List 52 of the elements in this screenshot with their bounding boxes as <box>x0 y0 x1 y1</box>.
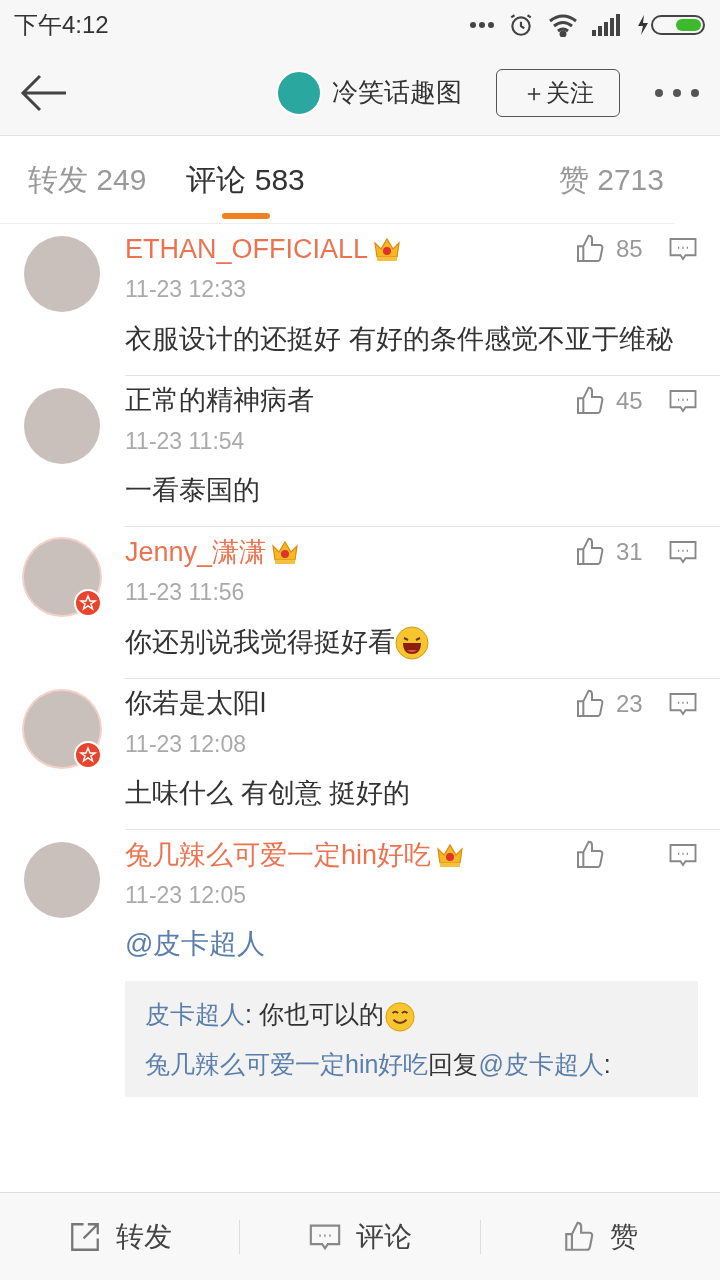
user-name[interactable]: 正常的精神病者 <box>125 380 314 421</box>
battery-charging-icon <box>636 13 706 37</box>
more-icon[interactable] <box>654 87 700 98</box>
user-link[interactable]: 皮卡超人 <box>145 999 245 1028</box>
like-count: 45 <box>616 385 644 416</box>
like-count: 31 <box>616 537 644 567</box>
user-name[interactable]: 你若是太阳l <box>125 683 266 724</box>
thumbs-up-icon[interactable] <box>574 839 606 871</box>
thumbs-up-icon[interactable] <box>574 536 606 568</box>
thumbs-up-icon[interactable] <box>574 233 606 265</box>
action-button[interactable]: 赞 <box>480 1215 720 1258</box>
tab-indicator <box>221 213 270 219</box>
comment-text: 一看泰国的 <box>125 475 260 505</box>
user-name[interactable]: 兔几辣么可爱一定hin好吃 <box>125 834 432 876</box>
account-avatar <box>276 69 322 116</box>
tab[interactable]: 赞 2713 <box>558 136 664 223</box>
user-link[interactable]: 兔几辣么可爱一定hin好吃 <box>145 1049 429 1078</box>
mention-link[interactable]: @皮卡超人 <box>125 927 266 959</box>
reply-text: 兔几辣么可爱一定hin好吃回复@皮卡超人: <box>145 1049 611 1078</box>
like-count: 85 <box>616 234 644 264</box>
like-count: 23 <box>616 688 644 719</box>
user-avatar[interactable] <box>24 539 100 615</box>
comment-text: 衣服设计的还挺好 有好的条件感觉不亚于维秘 <box>125 323 673 354</box>
back-arrow-icon[interactable] <box>20 73 68 112</box>
tab[interactable]: 评论 583 <box>186 136 305 223</box>
comment-text: 土味什么 有创意 挺好的 <box>125 778 410 808</box>
action-button[interactable]: 评论 <box>240 1215 480 1258</box>
user-name[interactable]: ETHAN_OFFICIALL <box>125 228 369 270</box>
wifi-icon <box>548 13 578 37</box>
comment-time: 11-23 12:08 <box>125 729 247 759</box>
action-button[interactable]: 转发 <box>0 1215 240 1258</box>
smiling-face-icon <box>383 999 416 1032</box>
thumbs-up-icon[interactable] <box>574 384 606 417</box>
tab[interactable]: 转发 249 <box>28 136 147 223</box>
verified-badge-icon <box>74 589 102 617</box>
comment-time: 11-23 12:05 <box>125 881 247 910</box>
account-name: 冷笑话趣图 <box>332 76 462 109</box>
comment-time: 11-23 12:33 <box>125 275 247 304</box>
alarm-icon <box>508 12 534 38</box>
follow-button[interactable]: ＋关注 <box>496 68 620 117</box>
signal-icon <box>592 14 622 36</box>
user-link[interactable]: @皮卡超人 <box>478 1049 604 1078</box>
laughing-face-icon <box>395 626 429 661</box>
more-dots-icon <box>470 21 494 29</box>
user-avatar[interactable] <box>24 690 100 767</box>
status-time: 下午4:12 <box>14 10 109 40</box>
reply-text: 皮卡超人: 你也可以的 <box>145 999 384 1028</box>
comment-time: 11-23 11:54 <box>125 426 245 456</box>
thumbs-up-icon[interactable] <box>574 687 606 720</box>
comment-text: 你还别说我觉得挺好看 <box>125 626 395 657</box>
user-name[interactable]: Jenny_潇潇 <box>125 531 267 573</box>
comment-time: 11-23 11:56 <box>125 578 245 607</box>
